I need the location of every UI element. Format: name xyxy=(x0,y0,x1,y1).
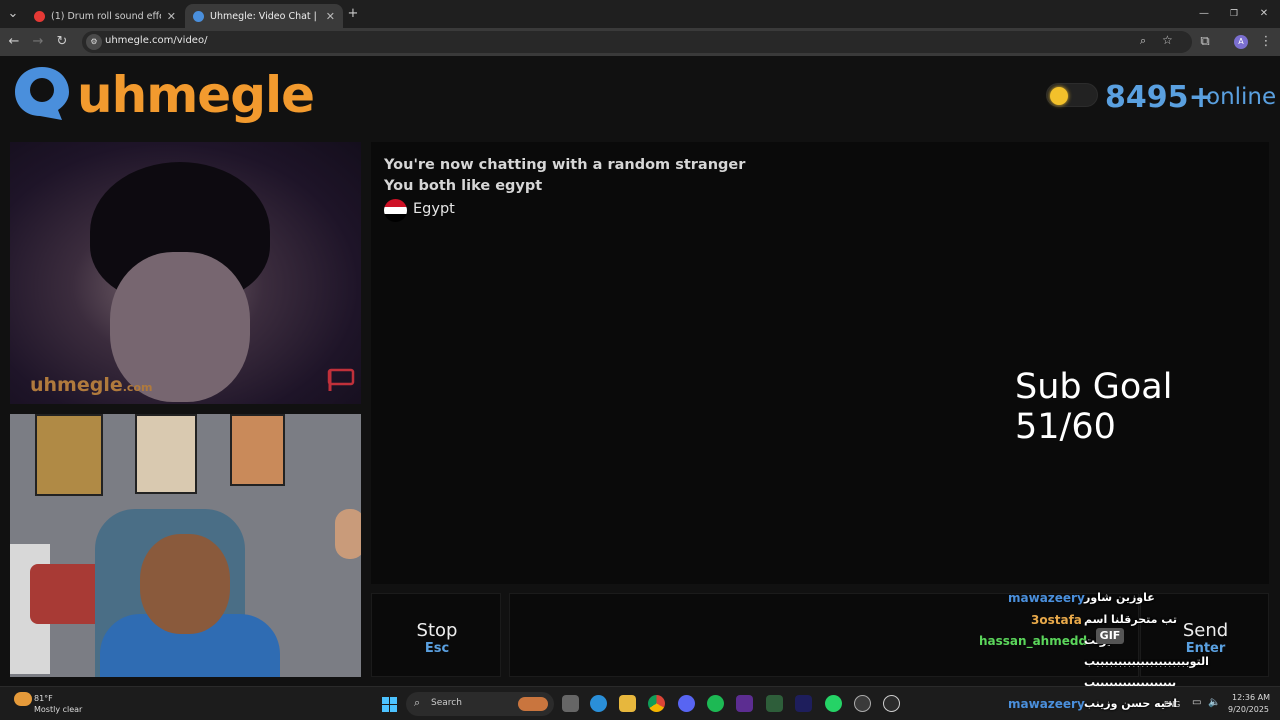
wall-poster xyxy=(230,414,285,486)
egypt-flag-icon xyxy=(384,199,407,222)
clock-date[interactable]: 9/20/2025 xyxy=(1228,705,1269,714)
input-language[interactable]: ENG xyxy=(1164,700,1180,709)
overlay-chat-user: mawazeery xyxy=(1008,697,1085,711)
uhmegle-favicon-icon xyxy=(193,10,204,22)
theme-toggle[interactable] xyxy=(1046,83,1098,107)
network-icon[interactable]: ▭ xyxy=(1192,697,1201,708)
streamer-hand xyxy=(335,509,361,559)
country-label: Egypt xyxy=(413,201,455,217)
stop-shortcut: Esc xyxy=(424,641,450,656)
extensions-icon[interactable]: ⧉ xyxy=(1196,33,1214,51)
site-header: uhmegle 8495+ online xyxy=(0,56,1280,132)
windows-start-icon[interactable] xyxy=(382,697,398,713)
file-explorer-icon[interactable] xyxy=(619,695,636,712)
sun-icon xyxy=(1050,87,1068,105)
send-shortcut: Enter xyxy=(1185,641,1226,656)
premiere-icon[interactable] xyxy=(795,695,812,712)
stranger-video: uhmegle.com xyxy=(10,142,361,404)
tab-search-icon[interactable]: ⌄ xyxy=(4,5,22,23)
tab-drum-roll[interactable]: (1) Drum roll sound effect - You ✕ xyxy=(26,4,184,28)
search-icon: ⌕ xyxy=(414,696,421,709)
steam-icon[interactable] xyxy=(854,695,871,712)
weather-temp[interactable]: 81°F xyxy=(34,694,53,703)
search-label: Search xyxy=(431,698,462,708)
chrome-icon[interactable] xyxy=(648,695,665,712)
system-message: You're now chatting with a random strang… xyxy=(384,157,746,173)
minimize-icon[interactable]: — xyxy=(1195,5,1213,23)
stop-button[interactable]: Stop Esc xyxy=(371,593,501,677)
discord-icon[interactable] xyxy=(678,695,695,712)
clock-time[interactable]: 12:36 AM xyxy=(1232,693,1270,702)
overlay-chat-user: 3ostafa xyxy=(1031,613,1082,627)
watermark-suffix: .com xyxy=(122,381,153,394)
volume-icon[interactable]: 🔈 xyxy=(1208,697,1220,708)
stop-label: Stop xyxy=(416,620,458,641)
task-view-icon[interactable] xyxy=(562,695,579,712)
online-count: 8495+ xyxy=(1105,80,1214,115)
wall-poster xyxy=(135,414,197,494)
profile-avatar[interactable]: A xyxy=(1234,35,1248,49)
back-icon[interactable]: ← xyxy=(5,33,23,51)
reload-icon[interactable]: ↻ xyxy=(53,33,71,51)
watermark-text: uhmegle xyxy=(30,374,123,396)
editor-icon[interactable] xyxy=(766,695,783,712)
chat-log: You're now chatting with a random strang… xyxy=(371,142,1269,584)
system-message: You both like egypt xyxy=(384,178,543,194)
visual-studio-icon[interactable] xyxy=(736,695,753,712)
search-highlight-icon xyxy=(518,697,548,711)
stream-overlay-sub-goal: Sub Goal 51/60 xyxy=(1015,367,1173,447)
overlay-chat-message: تب متحرقلنا اسم xyxy=(1084,613,1178,626)
tab-title: (1) Drum roll sound effect - You xyxy=(51,10,161,22)
menu-kebab-icon[interactable]: ⋮ xyxy=(1257,33,1275,51)
new-tab-icon[interactable]: + xyxy=(344,5,362,23)
browser-toolbar: ← → ↻ ⚙ uhmegle.com/video/ ⌕ ☆ ⧉ A ⋮ xyxy=(0,28,1280,56)
url-text[interactable]: uhmegle.com/video/ xyxy=(105,35,207,46)
taskbar-search[interactable]: ⌕ Search xyxy=(406,692,554,716)
zoom-icon[interactable]: ⌕ xyxy=(1140,34,1146,48)
overlay-chat-message: عاوزين شاور xyxy=(1084,591,1155,604)
site-info-icon[interactable]: ⚙ xyxy=(86,34,102,50)
flag-icon[interactable] xyxy=(326,367,356,393)
close-tab-icon[interactable]: ✕ xyxy=(326,10,335,23)
bookmark-star-icon[interactable]: ☆ xyxy=(1162,33,1173,47)
restore-icon[interactable]: ❐ xyxy=(1225,5,1243,23)
browser-tab-bar: ⌄ (1) Drum roll sound effect - You ✕ Uhm… xyxy=(0,0,1280,28)
logo-text[interactable]: uhmegle xyxy=(77,66,315,124)
gif-badge: GIF xyxy=(1096,628,1124,644)
forward-icon[interactable]: → xyxy=(29,33,47,51)
online-label: online xyxy=(1206,84,1277,110)
weather-desc[interactable]: Mostly clear xyxy=(34,705,82,714)
overlay-chat-message: التوبببببببببببببببببببببب xyxy=(1084,655,1209,668)
overlay-chat-user: hassan_ahmedd xyxy=(979,634,1088,648)
weather-icon[interactable] xyxy=(14,692,32,706)
media-player-icon[interactable] xyxy=(883,695,900,712)
uhmegle-logo-icon[interactable] xyxy=(12,64,72,122)
close-window-icon[interactable]: ✕ xyxy=(1255,5,1273,23)
windows-taskbar: 81°F Mostly clear ⌕ Search mawazeery احي… xyxy=(0,686,1280,720)
edge-icon[interactable] xyxy=(590,695,607,712)
wall-poster xyxy=(35,414,103,496)
close-tab-icon[interactable]: ✕ xyxy=(167,10,176,23)
address-bar[interactable]: ⚙ uhmegle.com/video/ ⌕ ☆ xyxy=(82,31,1192,53)
tab-uhmegle[interactable]: Uhmegle: Video Chat | Ome ✕ xyxy=(185,4,343,28)
whatsapp-icon[interactable] xyxy=(825,695,842,712)
youtube-icon xyxy=(34,10,45,22)
spotify-icon[interactable] xyxy=(707,695,724,712)
overlay-chat-user: mawazeery xyxy=(1008,591,1085,605)
streamer-face xyxy=(140,534,230,634)
self-video xyxy=(10,414,361,677)
video-watermark: uhmegle.com xyxy=(30,374,152,396)
tab-title: Uhmegle: Video Chat | Ome xyxy=(210,10,320,22)
